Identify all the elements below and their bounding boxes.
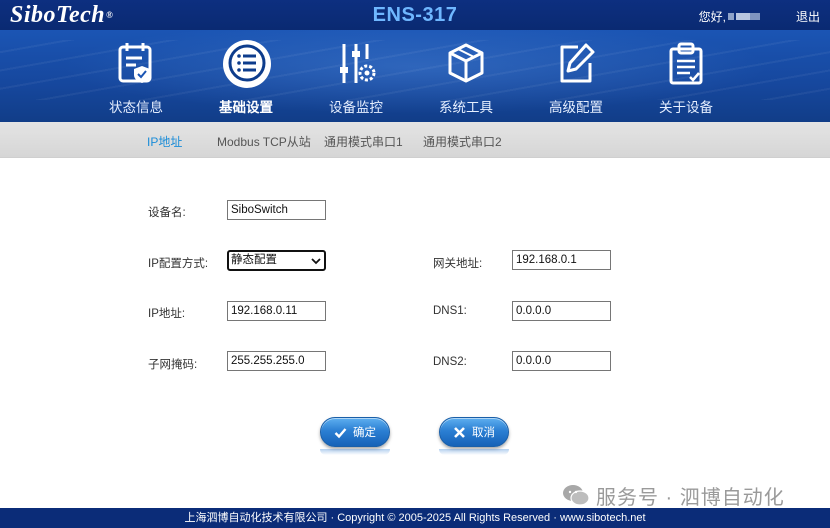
cancel-button-reflection — [439, 449, 509, 455]
status-shield-icon — [118, 43, 152, 83]
footer-copyright: 上海泗博自动化技术有限公司 · Copyright © 2005-2025 Al… — [0, 508, 830, 528]
nav-label-advanced-config: 高级配置 — [549, 100, 603, 115]
dns2-field[interactable]: 0.0.0.0 — [512, 351, 611, 371]
dns2-label: DNS2: — [433, 356, 467, 368]
confirm-button-reflection — [320, 449, 390, 455]
check-icon — [334, 427, 347, 438]
device-name-label: 设备名: — [148, 207, 186, 219]
gateway-field[interactable]: 192.168.0.1 — [512, 250, 611, 270]
confirm-button[interactable]: 确定 — [320, 417, 390, 447]
nav-item-about-device[interactable]: 关于设备 — [644, 30, 728, 122]
top-bar: SiboTech® ENS-317 您好, 退出 — [0, 0, 830, 30]
subnet-mask-field[interactable]: 255.255.255.0 — [227, 351, 326, 371]
cube-icon — [448, 43, 484, 83]
nav-item-advanced-config[interactable]: 高级配置 — [534, 30, 618, 122]
chevron-down-icon — [311, 258, 321, 265]
ip-mode-selected-value: 静态配置 — [231, 254, 277, 266]
ip-mode-select[interactable]: 静态配置 — [227, 250, 326, 271]
nav-label-about-device: 关于设备 — [659, 100, 713, 115]
edit-pen-icon — [560, 43, 595, 83]
list-menu-icon — [228, 44, 266, 82]
ip-address-label: IP地址: — [148, 308, 186, 320]
watermark-text: 服务号 · 泗博自动化 — [596, 486, 785, 509]
subnet-mask-label: 子网掩码: — [148, 359, 198, 371]
cancel-button[interactable]: 取消 — [439, 417, 509, 447]
redacted-username — [728, 13, 760, 20]
nav-item-system-tools[interactable]: 系统工具 — [424, 30, 508, 122]
tab-modbus-tcp-slave[interactable]: Modbus TCP从站 — [217, 133, 311, 150]
sub-tab-bar: IP地址 Modbus TCP从站 通用模式串口1 通用模式串口2 — [0, 122, 830, 158]
nav-item-basic-settings[interactable]: 基础设置 — [204, 30, 288, 122]
nav-label-status-info: 状态信息 — [109, 100, 163, 115]
wechat-icon — [563, 485, 590, 506]
logout-link[interactable]: 退出 — [796, 8, 820, 25]
sliders-gear-icon — [340, 44, 376, 83]
clipboard-icon — [669, 42, 703, 85]
tab-serial-port-1[interactable]: 通用模式串口1 — [324, 133, 403, 150]
confirm-button-label: 确定 — [353, 427, 376, 439]
wechat-watermark: 服务号 · 泗博自动化 — [562, 480, 785, 510]
tab-serial-port-2[interactable]: 通用模式串口2 — [423, 133, 502, 150]
nav-item-status-info[interactable]: 状态信息 — [94, 30, 178, 122]
nav-label-system-tools: 系统工具 — [439, 100, 493, 115]
main-nav: 状态信息 基础设置 设备监控 系统工具 高级配置 关于设备 — [0, 30, 830, 122]
ip-address-field[interactable]: 192.168.0.11 — [227, 301, 326, 321]
greeting-text: 您好, — [698, 10, 726, 24]
cancel-button-label: 取消 — [472, 427, 495, 439]
user-greeting: 您好, — [699, 8, 760, 25]
tab-ip-address[interactable]: IP地址 — [147, 133, 182, 150]
dns1-label: DNS1: — [433, 305, 467, 317]
ip-mode-label: IP配置方式: — [148, 258, 209, 270]
dns1-field[interactable]: 0.0.0.0 — [512, 301, 611, 321]
gateway-label: 网关地址: — [433, 258, 483, 270]
close-icon — [454, 426, 465, 438]
nav-label-device-monitor: 设备监控 — [329, 100, 383, 115]
nav-item-device-monitor[interactable]: 设备监控 — [314, 30, 398, 122]
device-name-field[interactable]: SiboSwitch — [227, 200, 326, 220]
nav-label-basic-settings: 基础设置 — [219, 100, 273, 115]
